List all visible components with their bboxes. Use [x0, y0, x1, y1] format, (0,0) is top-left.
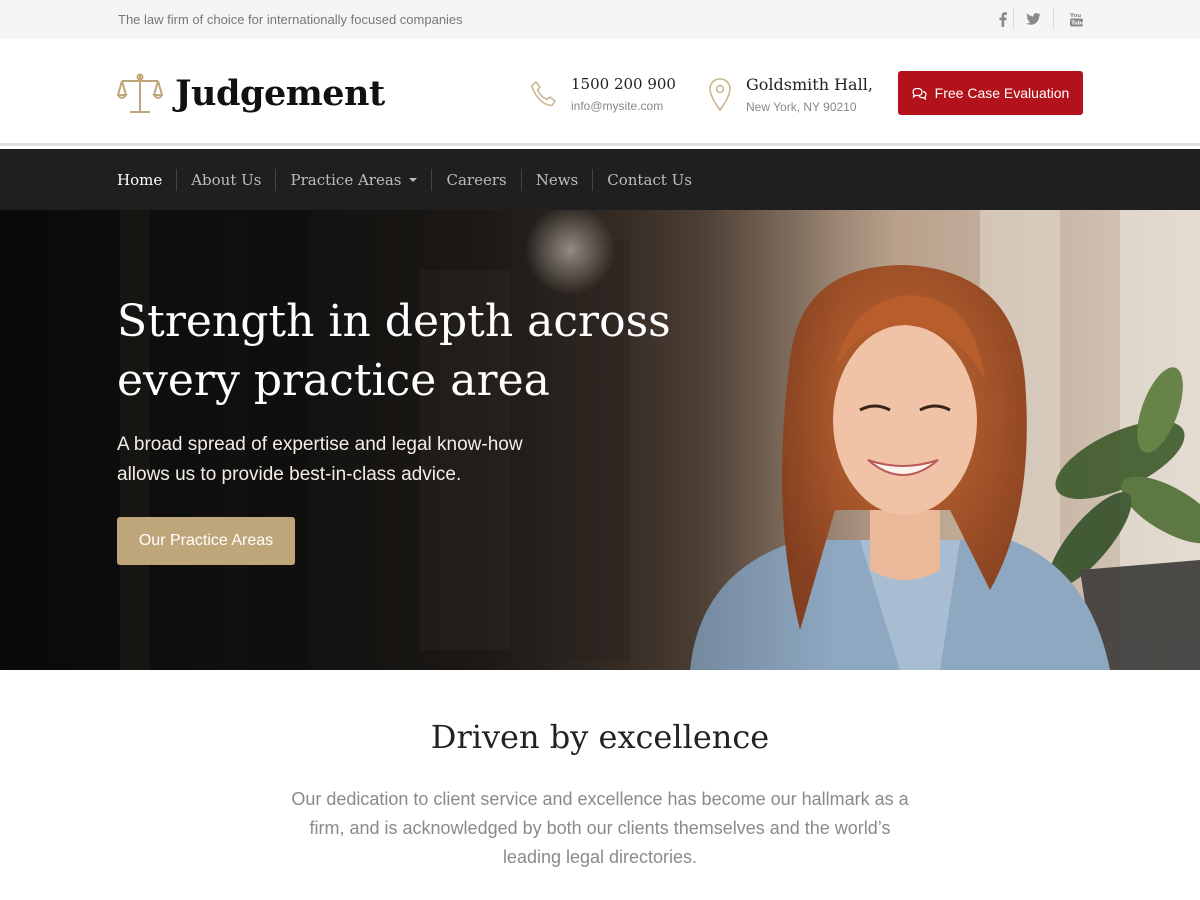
phone-contact[interactable]: 1500 200 900 info@mysite.com	[529, 75, 676, 113]
nav-item-label: Home	[117, 170, 163, 189]
free-case-evaluation-button[interactable]: Free Case Evaluation	[898, 71, 1083, 115]
twitter-icon	[1026, 13, 1041, 25]
tagline: The law firm of choice for international…	[118, 12, 463, 27]
chat-icon	[912, 87, 927, 100]
svg-text:Tube: Tube	[1071, 21, 1083, 27]
nav-item-careers[interactable]: Careers	[431, 168, 520, 191]
map-pin-icon	[709, 77, 731, 111]
our-practice-areas-button[interactable]: Our Practice Areas	[117, 517, 295, 565]
nav-item-practice-areas[interactable]: Practice Areas	[275, 168, 431, 191]
nav-item-label: Careers	[446, 170, 507, 189]
nav-item-home[interactable]: Home	[117, 169, 176, 191]
phone-icon	[530, 81, 556, 107]
nav-item-label: About Us	[191, 170, 262, 189]
scales-icon	[117, 73, 163, 113]
social-links: You Tube	[985, 7, 1083, 31]
nav-item-contact-us[interactable]: Contact Us	[592, 168, 706, 191]
email-address: info@mysite.com	[571, 99, 664, 113]
address-line-2: New York, NY 90210	[746, 100, 857, 114]
site-header: Judgement 1500 200 900 info@mysite.com G…	[0, 39, 1200, 146]
hero-text: A broad spread of expertise and legal kn…	[117, 434, 523, 485]
youtube-link[interactable]: You Tube	[1053, 8, 1083, 30]
facebook-link[interactable]	[985, 8, 1013, 30]
svg-text:You: You	[1070, 13, 1081, 19]
chevron-down-icon	[409, 178, 418, 182]
free-case-evaluation-label: Free Case Evaluation	[934, 85, 1070, 101]
nav-item-news[interactable]: News	[520, 168, 593, 191]
top-bar: The law firm of choice for international…	[0, 0, 1200, 39]
logo-text: Judgement	[175, 72, 385, 114]
address-contact: Goldsmith Hall, New York, NY 90210	[708, 75, 873, 114]
nav-item-label: Contact Us	[607, 170, 692, 189]
twitter-link[interactable]	[1013, 8, 1053, 30]
facebook-icon	[999, 11, 1007, 27]
hero-title: Strength in depth across every practice …	[117, 296, 671, 406]
main-navigation: Home About Us Practice Areas Careers New…	[0, 149, 1200, 210]
nav-item-label: Practice Areas	[290, 170, 402, 189]
nav-item-label: News	[535, 170, 579, 189]
logo[interactable]: Judgement	[117, 71, 385, 115]
section-title: Driven by excellence	[430, 718, 770, 756]
address-line-1: Goldsmith Hall,	[746, 75, 873, 94]
youtube-icon: You Tube	[1070, 13, 1083, 27]
section-text: Our dedication to client service and exc…	[291, 789, 909, 867]
phone-number: 1500 200 900	[571, 75, 676, 93]
nav-item-about-us[interactable]: About Us	[176, 168, 275, 191]
hero-banner: Strength in depth across every practice …	[0, 210, 1200, 670]
